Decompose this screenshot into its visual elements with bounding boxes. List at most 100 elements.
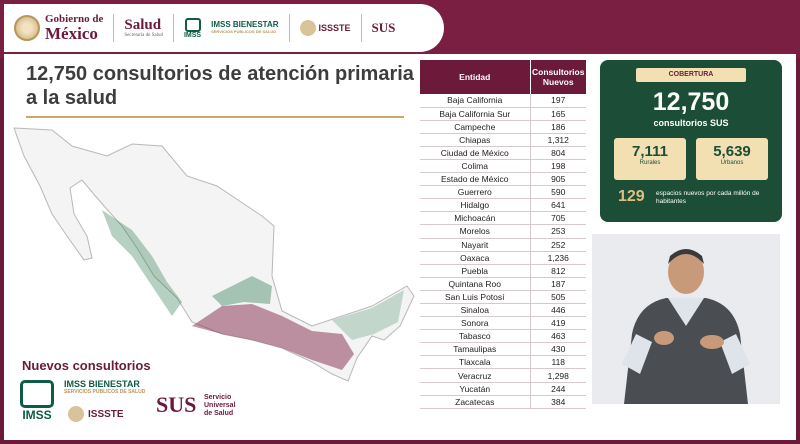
table-cell-entidad: Sinaloa [420, 303, 530, 318]
table-cell-consultorios: 187 [529, 277, 586, 291]
table-cell-entidad: Baja California Sur [420, 107, 530, 121]
table-row: Zacatecas 384 [420, 395, 586, 409]
table-cell-consultorios: 590 [529, 185, 586, 200]
table-cell-consultorios: 186 [529, 120, 586, 134]
interpreter-illustration [592, 234, 780, 404]
urbanos-box: 5,639 Urbanos [696, 138, 768, 180]
column-header-consultorios: Consultorios Nuevos [530, 60, 586, 94]
table-row: Guerrero 590 [420, 185, 586, 200]
table-row: Oaxaca 1,236 [420, 251, 586, 265]
cobertura-label: COBERTURA [636, 68, 746, 82]
table-cell-entidad: Estado de México [420, 172, 530, 187]
interpreter-hands [654, 331, 674, 345]
table-row: Baja California Sur 165 [420, 107, 586, 121]
table-cell-consultorios: 419 [529, 316, 586, 331]
table-cell-consultorios: 253 [529, 224, 586, 239]
salud-logo: Salud Secretaría de Salud [124, 17, 163, 39]
table-cell-entidad: Michoacán [420, 211, 530, 226]
imss-icon [20, 380, 54, 408]
table-row: Chiapas 1,312 [420, 133, 586, 147]
table-cell-consultorios: 118 [529, 355, 586, 370]
table-cell-entidad: Campeche [420, 120, 530, 134]
table-row: Hidalgo 641 [420, 198, 586, 213]
divider [113, 14, 115, 42]
table-row: Tlaxcala 118 [420, 355, 586, 370]
table-row: Estado de México 905 [420, 172, 586, 187]
table-cell-entidad: Baja California [420, 94, 530, 108]
header-logos: Gobierno de México Salud Secretaría de S… [4, 4, 444, 52]
rurales-box: 7,111 Rurales [614, 138, 686, 180]
table-row: Puebla 812 [420, 264, 586, 278]
table-cell-consultorios: 165 [529, 107, 586, 121]
central-cluster [192, 304, 354, 370]
table-cell-entidad: Zacatecas [420, 395, 530, 409]
per-million-value: 129 [618, 188, 645, 205]
urbanos-label: Urbanos [720, 160, 744, 166]
table-cell-consultorios: 446 [529, 303, 586, 318]
mexico-outline [13, 127, 415, 382]
table-row: Tamaulipas 430 [420, 342, 586, 357]
table-cell-consultorios: 198 [529, 159, 586, 174]
table-cell-consultorios: 197 [529, 94, 586, 108]
table-row: Yucatán 244 [420, 382, 586, 396]
gobierno-logo: Gobierno de México [14, 14, 103, 42]
table-cell-entidad: Nayarit [420, 238, 530, 252]
table-cell-entidad: Quintana Roo [420, 277, 530, 291]
table-cell-consultorios: 705 [529, 211, 586, 226]
imss-icon [184, 17, 201, 32]
table-cell-consultorios: 244 [529, 382, 586, 396]
table-row: Sonora 419 [420, 316, 586, 331]
national-seal-icon [14, 15, 40, 41]
consultorios-table: Entidad Consultorios Nuevos Baja Califor… [420, 60, 586, 409]
table-cell-entidad: Yucatán [420, 382, 530, 396]
sus-logo: SUS [371, 20, 396, 35]
cobertura-card: COBERTURA 12,750 consultorios SUS 7,111 … [600, 60, 782, 222]
mexico-label: México [45, 24, 98, 43]
table-row: Nayarit 252 [420, 238, 586, 252]
page-title: 12,750 consultorios de atención primaria… [26, 63, 414, 110]
table-row: Sinaloa 446 [420, 303, 586, 318]
divider [288, 14, 290, 42]
table-row: Tabasco 463 [420, 329, 586, 344]
institution-logos: IMSS IMSS BIENESTAR SERVICIOS PÚBLICOS D… [20, 379, 260, 436]
imss-bienestar-logo-large: IMSS BIENESTAR SERVICIOS PÚBLICOS DE SAL… [64, 379, 146, 395]
urbanos-value: 5,639 [713, 143, 751, 160]
table-cell-consultorios: 463 [529, 329, 586, 344]
table-cell-entidad: Puebla [420, 264, 530, 278]
table-row: Quintana Roo 187 [420, 277, 586, 291]
table-cell-entidad: San Luis Potosí [420, 290, 530, 305]
table-row: Michoacán 705 [420, 211, 586, 226]
table-cell-entidad: Tlaxcala [420, 355, 530, 370]
table-cell-entidad: Oaxaca [420, 251, 530, 265]
table-cell-entidad: Ciudad de México [420, 146, 530, 160]
sus-logo-large: SUS [156, 392, 197, 417]
nuevos-consultorios-title: Nuevos consultorios [22, 358, 151, 373]
divider [360, 14, 362, 42]
issste-seal-icon [299, 20, 316, 36]
imss-logo-large: IMSS [20, 380, 54, 422]
table-cell-entidad: Guerrero [420, 185, 530, 200]
table-row: Colima 198 [420, 159, 586, 174]
table-row: Baja California 197 [420, 94, 586, 108]
table-cell-consultorios: 1,312 [529, 133, 586, 147]
table-row: Morelos 253 [420, 224, 586, 239]
table-cell-entidad: Colima [420, 159, 530, 174]
table-cell-consultorios: 430 [529, 342, 586, 357]
table-cell-consultorios: 804 [529, 146, 586, 160]
column-header-entidad: Entidad [420, 60, 531, 94]
header-bar: Gobierno de México Salud Secretaría de S… [0, 0, 800, 58]
table-cell-consultorios: 1,298 [529, 368, 586, 383]
title-underline [26, 116, 404, 118]
table-cell-consultorios: 252 [529, 238, 586, 252]
table-cell-consultorios: 812 [529, 264, 586, 278]
table-row: Campeche 186 [420, 120, 586, 134]
imss-bienestar-logo: IMSS BIENESTAR SERVICIOS PÚBLICOS DE SAL… [211, 20, 279, 35]
imss-logo: IMSS [184, 17, 201, 39]
rurales-value: 7,111 [632, 143, 668, 160]
table-cell-consultorios: 505 [529, 290, 586, 305]
cobertura-value: 12,750 [652, 88, 730, 116]
table-cell-entidad: Hidalgo [420, 198, 530, 213]
divider [172, 14, 174, 42]
rurales-label: Rurales [639, 160, 661, 166]
issste-logo-large: ISSSTE [68, 406, 124, 422]
